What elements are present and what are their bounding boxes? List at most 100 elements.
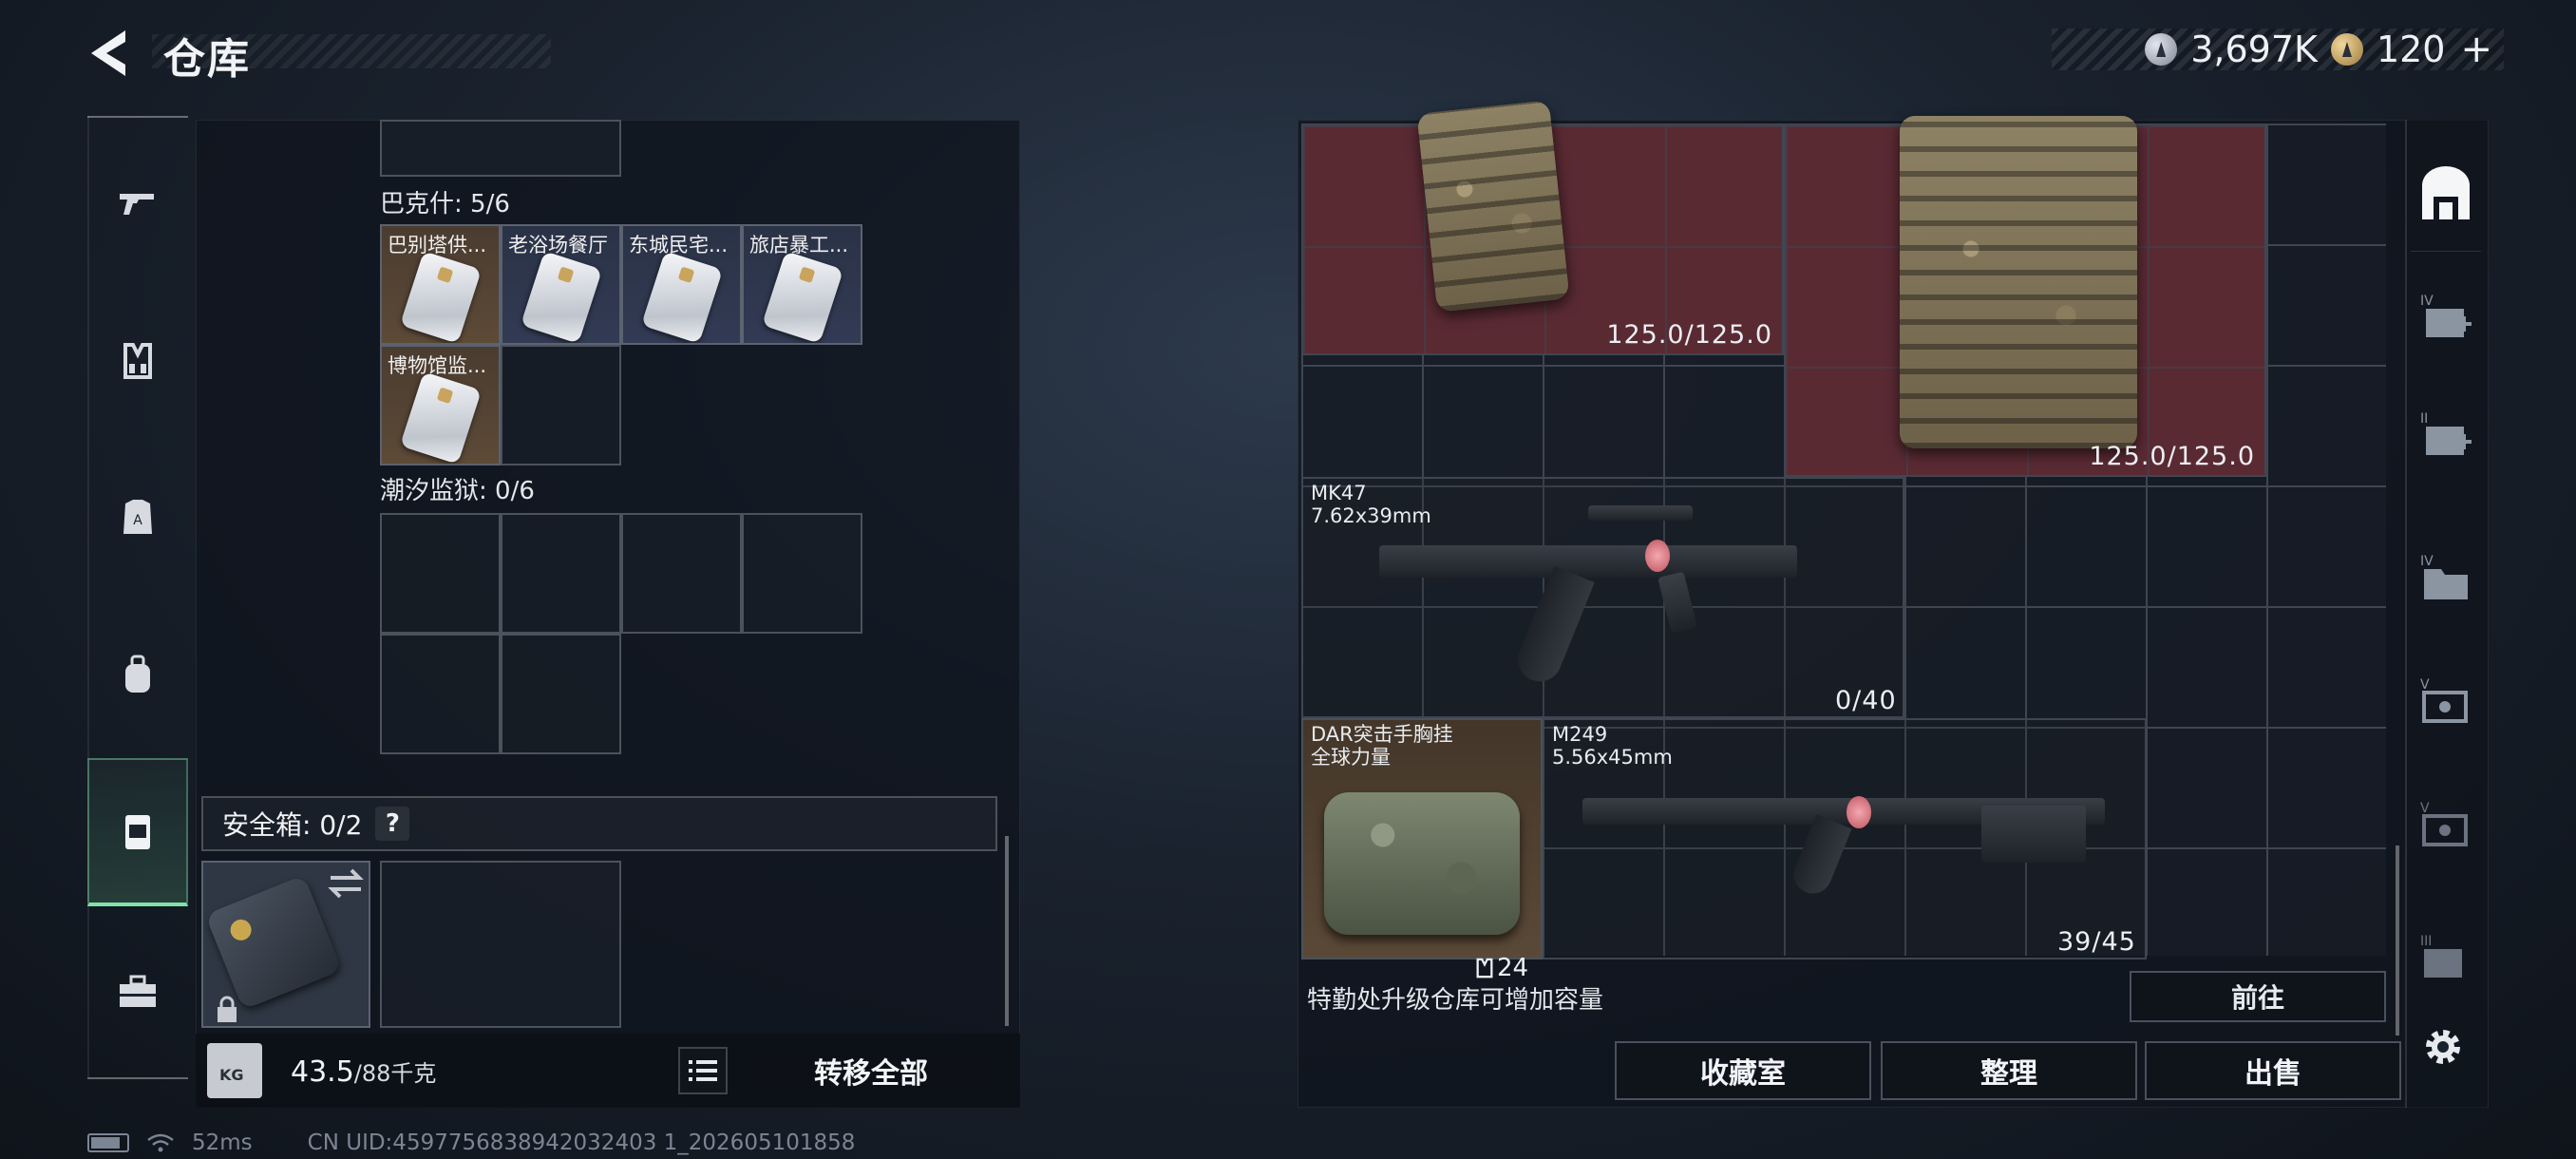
sort-button[interactable]: 整理 [1881,1041,2137,1100]
chest-rig-icon [123,343,152,379]
medkit-add-icon: IV [2420,294,2472,337]
empty-slot[interactable] [380,513,501,634]
weapon-item-m249[interactable]: M249 5.56x45mm 39/45 [1543,718,2147,960]
transfer-all-button[interactable]: 转移全部 [747,1043,995,1098]
rifle-image [1379,545,1797,578]
nav-item-vest[interactable] [87,309,188,413]
toolbox-icon [120,975,156,1007]
nav-item-armor[interactable]: A [87,466,188,570]
skin-charm-icon [1847,796,1871,828]
backpack-icon [125,655,150,693]
tool-icon: V [2420,677,2468,723]
nav-item-toolbox[interactable] [87,940,188,1045]
key-card-icon [399,251,483,343]
scope-image [1588,505,1693,521]
weight-icon [207,1043,262,1098]
svg-text:V: V [2420,801,2430,816]
body-armor-image [1900,116,2137,448]
settings-gear-icon[interactable] [2420,1024,2466,1070]
safebox-slot[interactable] [380,861,621,1028]
key-card[interactable]: 东城民宅... [621,224,742,345]
empty-slot[interactable] [380,120,621,177]
body-armor-image [1416,100,1570,313]
upgrade-hint: 特勤处升级仓库可增加容量 [1307,986,1604,1015]
chest-rig-image [1324,792,1520,935]
ammo-count: 39/45 [2057,927,2136,957]
svg-text:IV: IV [2420,554,2434,569]
back-arrow-icon [91,30,125,76]
warehouse-grid: 125.0/125.0 125.0/125.0 MK47 7.62x39mm 0… [1301,100,2386,982]
nav-item-backpack[interactable] [87,622,188,727]
empty-slot[interactable] [501,513,621,634]
gold-currency-value: 120 [2376,28,2446,70]
tab-warehouse[interactable] [2411,148,2481,239]
add-currency-button[interactable]: + [2460,28,2492,71]
section-label-bakshi: 巴克什: 5/6 [380,190,510,218]
svg-text:V: V [2420,677,2430,693]
warehouse-icon [2422,166,2470,219]
tab-storage-iii-gear[interactable]: III [2411,912,2481,1003]
silver-coin-icon [2145,33,2178,66]
key-card[interactable]: 巴别塔供... [380,224,501,345]
secure-case-icon [125,815,150,849]
left-scrollbar[interactable] [1005,836,1009,1026]
weight-readout: 43.5/88千克 [291,1055,437,1089]
svg-text:A: A [133,513,142,528]
weapon-item-mk47[interactable]: MK47 7.62x39mm 0/40 [1301,477,1904,718]
warehouse-scrollbar[interactable] [2396,846,2399,1036]
tab-storage-v-tool[interactable]: V [2411,656,2481,747]
rig-item-dar[interactable]: DAR突击手胸挂 全球力量 24 [1301,718,1543,982]
wifi-icon [147,1133,174,1152]
left-nav [87,116,188,1077]
safebox-case-item[interactable] [201,861,370,1028]
gold-coin-icon [2330,33,2363,66]
armor-item-2[interactable]: 125.0/125.0 [1784,116,2266,477]
safe-case-icon [204,874,343,1011]
empty-slot[interactable] [742,513,862,634]
durability-readout: 125.0/125.0 [1606,320,1772,350]
collection-button[interactable]: 收藏室 [1615,1041,1871,1100]
key-card[interactable]: 旅店暴工... [742,224,862,345]
svg-text:IV: IV [2420,294,2434,309]
folder-icon: IV [2420,554,2468,599]
nav-divider [87,116,188,118]
safebox-label: 安全箱: 0/2 [222,809,363,841]
tab-storage-ii-add[interactable]: II [2411,390,2481,481]
nav-divider [87,1077,188,1079]
silver-currency-value: 3,697K [2190,28,2318,70]
tab-storage-v-tool-2[interactable]: V [2411,779,2481,870]
gear-item-icon: III [2420,934,2462,978]
sell-button[interactable]: 出售 [2145,1041,2401,1100]
empty-slot[interactable] [501,345,621,466]
tab-storage-iv-folder[interactable]: IV [2411,532,2481,623]
tab-storage-iv-add[interactable]: IV [2411,272,2481,363]
key-card[interactable]: 老浴场餐厅 [501,224,621,345]
empty-slot[interactable] [501,634,621,754]
back-button[interactable] [87,27,133,80]
section-label-tidal-prison: 潮汐监狱: 0/6 [380,477,535,505]
key-card-icon [520,251,603,343]
nav-item-weapons[interactable] [87,152,188,256]
key-card-icon [761,251,844,343]
page-title: 仓库 [163,35,251,84]
tool-icon: V [2420,801,2468,846]
ping-readout: 52ms [192,1130,253,1155]
key-card[interactable]: 博物馆监... [380,345,501,466]
magazine-image [1511,565,1595,689]
lock-icon [218,996,237,1022]
help-icon[interactable]: ? [375,807,410,841]
list-icon [689,1060,717,1081]
list-view-button[interactable] [678,1047,728,1094]
empty-slot[interactable] [380,634,501,754]
goto-button[interactable]: 前往 [2130,971,2386,1022]
nav-item-secure-case[interactable] [87,758,188,906]
empty-slot[interactable] [621,513,742,634]
armor-item-1[interactable]: 125.0/125.0 [1301,100,1784,355]
item-name: M249 5.56x45mm [1552,723,1673,769]
key-card-icon [399,371,483,464]
durability-readout: 125.0/125.0 [2089,442,2255,471]
item-name: DAR突击手胸挂 全球力量 [1311,723,1453,769]
safebox-header: 安全箱: 0/2 ? [201,796,997,851]
swap-icon[interactable] [327,866,365,901]
currency-bar: 3,697K 120 + [2052,28,2504,71]
